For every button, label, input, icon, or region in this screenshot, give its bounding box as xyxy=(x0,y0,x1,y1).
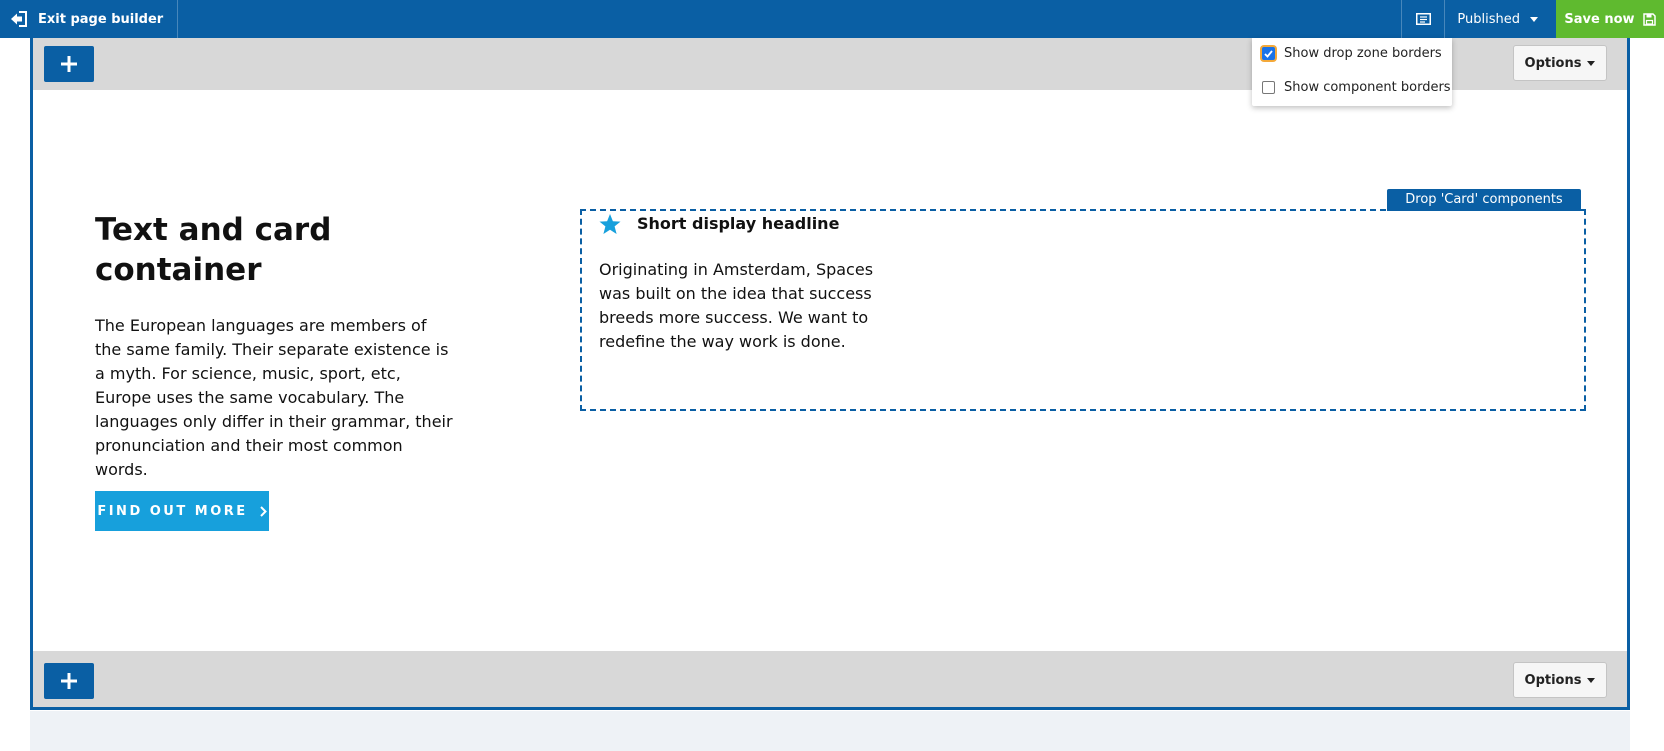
star-icon xyxy=(599,214,621,234)
option-label: Show drop zone borders xyxy=(1284,46,1442,61)
section-body-text: The European languages are members of th… xyxy=(95,316,453,479)
add-section-below-button[interactable] xyxy=(44,663,94,699)
layout-icon xyxy=(1415,13,1431,25)
page-background xyxy=(30,711,1630,751)
view-options-button[interactable] xyxy=(1401,0,1446,38)
option-label: Show component borders xyxy=(1284,80,1451,95)
publish-status-label: Published xyxy=(1457,11,1520,27)
caret-down-icon xyxy=(1530,16,1538,22)
exit-page-builder-button[interactable]: Exit page builder xyxy=(0,0,179,38)
plus-icon xyxy=(61,673,77,689)
check-icon xyxy=(1264,49,1273,58)
plus-icon xyxy=(61,56,77,72)
options-label: Options xyxy=(1524,55,1582,71)
cta-label: FIND OUT MORE xyxy=(97,503,248,519)
checkbox-unchecked[interactable] xyxy=(1262,81,1275,94)
toggle-component-borders[interactable]: Show component borders xyxy=(1262,80,1451,95)
add-section-above-button[interactable] xyxy=(44,46,94,82)
section-options-button-bottom[interactable]: Options xyxy=(1513,662,1607,698)
options-label: Options xyxy=(1524,672,1582,688)
toggle-drop-zone-borders[interactable]: Show drop zone borders xyxy=(1262,46,1442,61)
card-drop-zone[interactable]: Short display headline Originating in Am… xyxy=(580,209,1586,411)
sign-out-icon xyxy=(11,11,27,27)
save-icon xyxy=(1642,12,1656,26)
save-label: Save now xyxy=(1564,11,1635,27)
toolbar-actions: Published Save now xyxy=(1401,0,1664,38)
dropzone-label: Drop 'Card' components here. xyxy=(1387,189,1581,229)
page-builder-toolbar: Exit page builder Published Save now xyxy=(0,0,1664,38)
chevron-right-icon xyxy=(259,505,267,517)
publish-status-dropdown[interactable]: Published xyxy=(1445,0,1556,38)
caret-down-icon xyxy=(1587,677,1596,683)
exit-label: Exit page builder xyxy=(38,11,164,27)
section-toolbar-bottom: Options xyxy=(33,651,1627,707)
text-card-section[interactable]: Options Text and card container The Euro… xyxy=(30,38,1630,710)
card-title: Short display headline xyxy=(637,214,840,233)
caret-down-icon xyxy=(1587,60,1596,66)
save-now-button[interactable]: Save now xyxy=(1556,0,1664,38)
view-options-menu: Show drop zone borders Show component bo… xyxy=(1252,38,1452,106)
section-heading: Text and card container xyxy=(95,212,332,288)
find-out-more-button[interactable]: FIND OUT MORE xyxy=(95,491,269,531)
card-text: Originating in Amsterdam, Spaces was bui… xyxy=(599,260,874,351)
checkbox-checked[interactable] xyxy=(1262,47,1275,60)
section-options-button-top[interactable]: Options xyxy=(1513,45,1607,81)
